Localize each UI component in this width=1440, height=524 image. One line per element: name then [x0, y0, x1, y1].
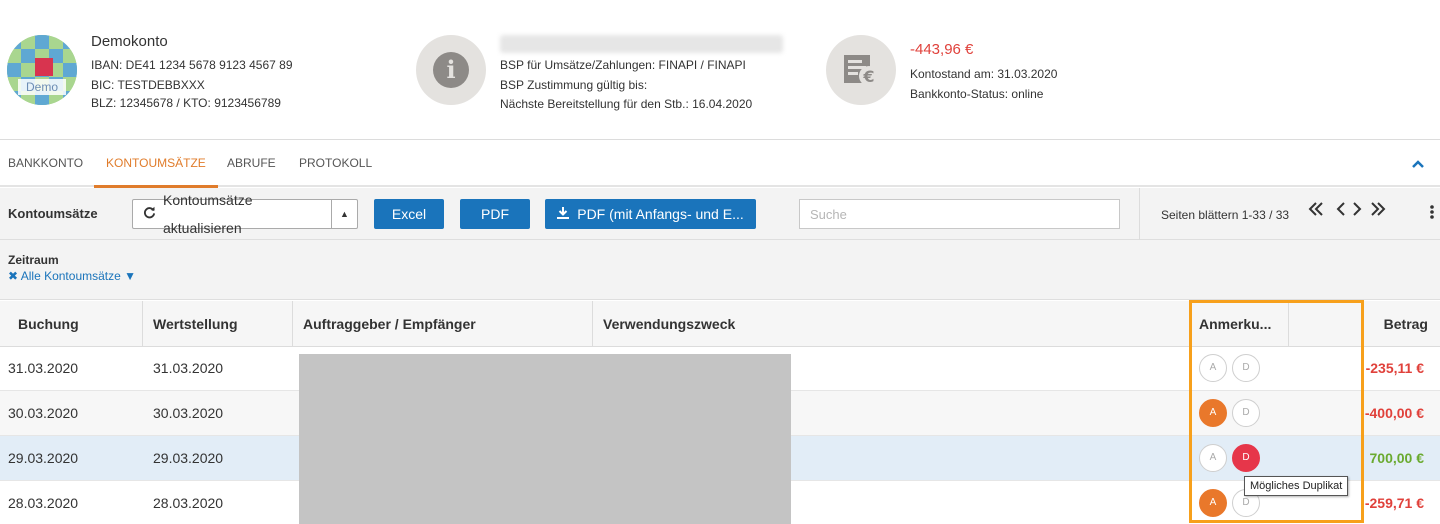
duplicate-badge[interactable]: D [1232, 399, 1260, 427]
prev-page-icon[interactable] [1336, 201, 1346, 222]
refresh-split-button: Kontoumsätze aktualisieren ▲ [132, 192, 358, 236]
account-blz: BLZ: 12345678 / KTO: 9123456789 [91, 96, 281, 110]
duplicate-badge[interactable]: D [1232, 354, 1260, 382]
col-anmerkung[interactable]: Anmerku... [1199, 301, 1271, 347]
account-balance: -443,96 € [910, 41, 974, 58]
buchung-date: 29.03.2020 [8, 450, 79, 466]
bsp-consent: BSP Zustimmung gültig bis: [500, 78, 648, 92]
wertstellung-date: 28.03.2020 [153, 495, 224, 511]
excel-button[interactable]: Excel [374, 199, 444, 229]
amount: -400,00 € [1364, 405, 1424, 421]
redacted-area [299, 354, 791, 524]
refresh-label: Kontoumsätze aktualisieren [163, 192, 253, 236]
account-name: Demokonto [91, 33, 168, 50]
search-input[interactable] [799, 199, 1120, 229]
wertstellung-date: 30.03.2020 [153, 405, 224, 421]
amount: -235,11 € [1365, 360, 1424, 376]
buchung-date: 31.03.2020 [8, 360, 79, 376]
col-buchung[interactable]: Buchung [18, 301, 79, 347]
section-title: Kontoumsätze [8, 206, 98, 221]
buchung-date: 28.03.2020 [8, 495, 79, 511]
pdf-full-label: PDF (mit Anfangs- und E... [577, 206, 744, 222]
account-iban: IBAN: DE41 1234 5678 9123 4567 89 [91, 58, 293, 72]
euro-statement-icon: € [826, 35, 896, 105]
col-auftraggeber[interactable]: Auftraggeber / Empfänger [303, 301, 476, 347]
amount: -259,71 € [1364, 495, 1424, 511]
wertstellung-date: 29.03.2020 [153, 450, 224, 466]
info-icon: i [416, 35, 486, 105]
pdf-button[interactable]: PDF [460, 199, 530, 229]
annotation-badge[interactable]: A [1199, 444, 1227, 472]
buchung-date: 30.03.2020 [8, 405, 79, 421]
pager-text: Seiten blättern 1-33 / 33 [1161, 208, 1290, 222]
last-page-icon[interactable] [1370, 201, 1386, 222]
col-verwendungszweck[interactable]: Verwendungszweck [603, 301, 735, 347]
avatar-label: Demo [18, 79, 66, 95]
filter-panel: Zeitraum ✖ Alle Kontoumsätze ▼ [0, 240, 1440, 300]
wertstellung-date: 31.03.2020 [153, 360, 224, 376]
refresh-button[interactable]: Kontoumsätze aktualisieren [133, 192, 331, 236]
tab-protokoll[interactable]: PROTOKOLL [299, 141, 372, 187]
table-header: Buchung Wertstellung Auftraggeber / Empf… [0, 301, 1440, 347]
first-page-icon[interactable] [1308, 201, 1324, 222]
duplicate-tooltip: Mögliches Duplikat [1244, 476, 1349, 496]
filter-title: Zeitraum [8, 253, 59, 267]
chevron-up-icon[interactable] [1412, 155, 1424, 171]
annotation-badge[interactable]: A [1199, 354, 1227, 382]
col-betrag[interactable]: Betrag [1384, 301, 1428, 347]
blurred-bsp-name [500, 35, 783, 53]
balance-date: Kontostand am: 31.03.2020 [910, 67, 1058, 81]
filter-value-label: Alle Kontoumsätze [20, 269, 121, 283]
account-bic: BIC: TESTDEBBXXX [91, 78, 205, 92]
demo-avatar: Demo [7, 35, 77, 105]
amount: 700,00 € [1369, 450, 1425, 466]
clear-filter-icon[interactable]: ✖ [8, 269, 18, 283]
download-icon [557, 199, 570, 229]
filter-value[interactable]: ✖ Alle Kontoumsätze ▼ [8, 269, 136, 283]
pager: Seiten blättern 1-33 / 33 [1139, 188, 1440, 240]
annotation-badge[interactable]: A [1199, 489, 1227, 517]
svg-text:€: € [862, 67, 874, 86]
toolbar: Kontoumsätze Kontoumsätze aktualisieren … [0, 188, 1440, 240]
account-status: Bankkonto-Status: online [910, 87, 1044, 101]
bsp-next-provision: Nächste Bereitstellung für den Stb.: 16.… [500, 97, 753, 111]
caret-up-icon[interactable]: ▲ [331, 200, 357, 228]
col-wertstellung[interactable]: Wertstellung [153, 301, 238, 347]
tab-abrufe[interactable]: ABRUFE [227, 141, 276, 187]
pdf-full-button[interactable]: PDF (mit Anfangs- und E... [545, 199, 756, 229]
annotation-badge[interactable]: A [1199, 399, 1227, 427]
duplicate-badge[interactable]: D [1232, 444, 1260, 472]
more-options-icon[interactable] [1430, 204, 1434, 220]
bsp-provider: BSP für Umsätze/Zahlungen: FINAPI / FINA… [500, 58, 746, 72]
refresh-icon [143, 200, 156, 228]
tab-bankkonto[interactable]: BANKKONTO [8, 141, 83, 187]
tab-kontoumsaetze[interactable]: KONTOUMSÄTZE [94, 141, 218, 188]
caret-down-icon[interactable]: ▼ [124, 269, 136, 283]
next-page-icon[interactable] [1352, 201, 1362, 222]
account-header: Demo Demokonto IBAN: DE41 1234 5678 9123… [0, 0, 1440, 140]
tab-bar: BANKKONTO KONTOUMSÄTZE ABRUFE PROTOKOLL [0, 141, 1440, 188]
